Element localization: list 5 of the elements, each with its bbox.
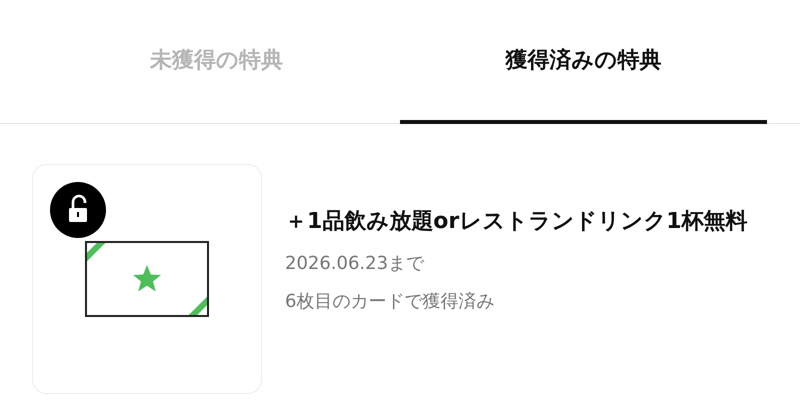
tab[interactable]: 獲得済みの特典 bbox=[400, 0, 767, 124]
expiry-date: 2026.06.23まで bbox=[285, 252, 426, 276]
star-card-icon bbox=[85, 241, 209, 317]
reward-title: ＋1品飲み放題orレストランドリンク1杯無料 bbox=[285, 208, 749, 236]
acquired-note: 6枚目のカードで獲得済み bbox=[285, 290, 496, 314]
